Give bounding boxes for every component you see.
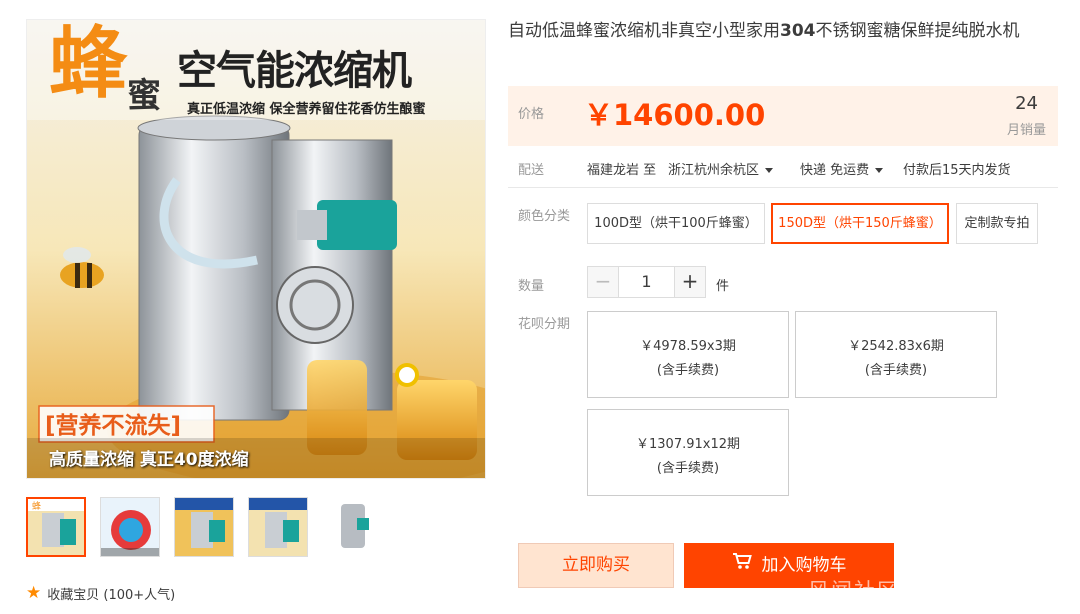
option-100d[interactable]: 100D型（烘干100斤蜂蜜）	[587, 203, 765, 244]
title-text-2: 不锈钢蜜糖保鲜提纯脱水机	[815, 21, 1020, 41]
price-value: ￥14600.00	[584, 98, 766, 132]
chevron-down-icon	[875, 168, 884, 173]
thumbnail-5[interactable]	[322, 497, 382, 557]
thumbnail-3[interactable]	[174, 497, 234, 557]
star-icon: ★	[26, 583, 42, 603]
product-title: 自动低温蜂蜜浓缩机非真空小型家用304不锈钢蜜糖保鲜提纯脱水机	[508, 19, 1053, 44]
shipping-method-text: 快递 免运费	[800, 163, 870, 178]
shipping-destination-text: 浙江杭州余杭区	[668, 163, 760, 178]
installment-fee: (含手续费)	[864, 363, 928, 378]
favorite-link[interactable]: ★ 收藏宝贝 (100+人气)	[26, 583, 175, 603]
option-custom[interactable]: 定制款专拍	[956, 203, 1038, 244]
option-label: 颜色分类	[518, 209, 571, 224]
monthly-sales-count: 24	[1015, 93, 1038, 114]
installment-fee: (含手续费)	[656, 461, 720, 476]
chevron-down-icon	[765, 168, 774, 173]
thumbnail-2[interactable]	[100, 497, 160, 557]
option-150d[interactable]: 150D型（烘干150斤蜂蜜）	[771, 203, 949, 244]
quantity-label: 数量	[518, 279, 545, 294]
thumbnail-1[interactable]: 蜂	[26, 497, 86, 557]
price-label: 价格	[518, 107, 545, 122]
main-product-image[interactable]: 蜂 蜜 空气能浓缩机 真正低温浓缩 保全营养留住花香仿生酿蜜 [营养不流失] 高…	[26, 19, 486, 479]
image-headline: 空气能浓缩机	[177, 47, 412, 94]
image-subline: 真正低温浓缩 保全营养留住花香仿生酿蜜	[187, 102, 426, 117]
shipping-from: 福建龙岩 至	[587, 163, 657, 178]
quantity-decrease-button[interactable]: −	[587, 266, 619, 298]
installment-fee: (含手续费)	[656, 363, 720, 378]
installment-amount: ￥4978.59x3期	[640, 339, 736, 354]
quantity-increase-button[interactable]: +	[674, 266, 706, 298]
image-footer: 高质量浓缩 真正40度浓缩	[49, 450, 249, 470]
shipping-method-select[interactable]: 快递 免运费	[800, 159, 884, 178]
favorite-text: 收藏宝贝 (100+人气)	[47, 587, 176, 603]
installment-amount: ￥2542.83x6期	[848, 339, 944, 354]
watermark: 风闻社区	[808, 579, 900, 603]
image-big-char-mi: 蜜	[127, 76, 161, 116]
installment-amount: ￥1307.91x12期	[636, 437, 740, 452]
installment-label: 花呗分期	[518, 317, 571, 332]
svg-text:蜂: 蜂	[32, 500, 41, 512]
shipping-destination-select[interactable]: 浙江杭州余杭区	[668, 159, 774, 178]
title-text-1: 自动低温蜂蜜浓缩机非真空小型家用	[508, 21, 780, 41]
add-to-cart-label: 加入购物车	[761, 555, 847, 576]
installment-option-3[interactable]: ￥4978.59x3期 (含手续费)	[587, 311, 789, 398]
quantity-stepper: − 1 +	[587, 266, 706, 298]
shipping-note: 付款后15天内发货	[903, 163, 1011, 178]
quantity-input[interactable]: 1	[619, 266, 674, 298]
buy-now-button[interactable]: 立即购买	[518, 543, 674, 588]
quantity-unit: 件	[716, 279, 730, 294]
image-big-char-feng: 蜂	[49, 19, 128, 109]
image-badge: [营养不流失]	[45, 413, 182, 439]
thumbnail-strip: 蜂	[26, 497, 382, 557]
monthly-sales-label: 月销量	[1006, 123, 1046, 138]
shipping-label: 配送	[518, 163, 545, 178]
title-text-bold: 304	[780, 21, 816, 41]
price-box: 价格 ￥14600.00 24 月销量	[508, 86, 1058, 146]
installment-option-6[interactable]: ￥2542.83x6期 (含手续费)	[795, 311, 997, 398]
divider	[508, 187, 1058, 188]
installment-option-12[interactable]: ￥1307.91x12期 (含手续费)	[587, 409, 789, 496]
cart-icon	[732, 543, 752, 588]
thumbnail-4[interactable]	[248, 497, 308, 557]
